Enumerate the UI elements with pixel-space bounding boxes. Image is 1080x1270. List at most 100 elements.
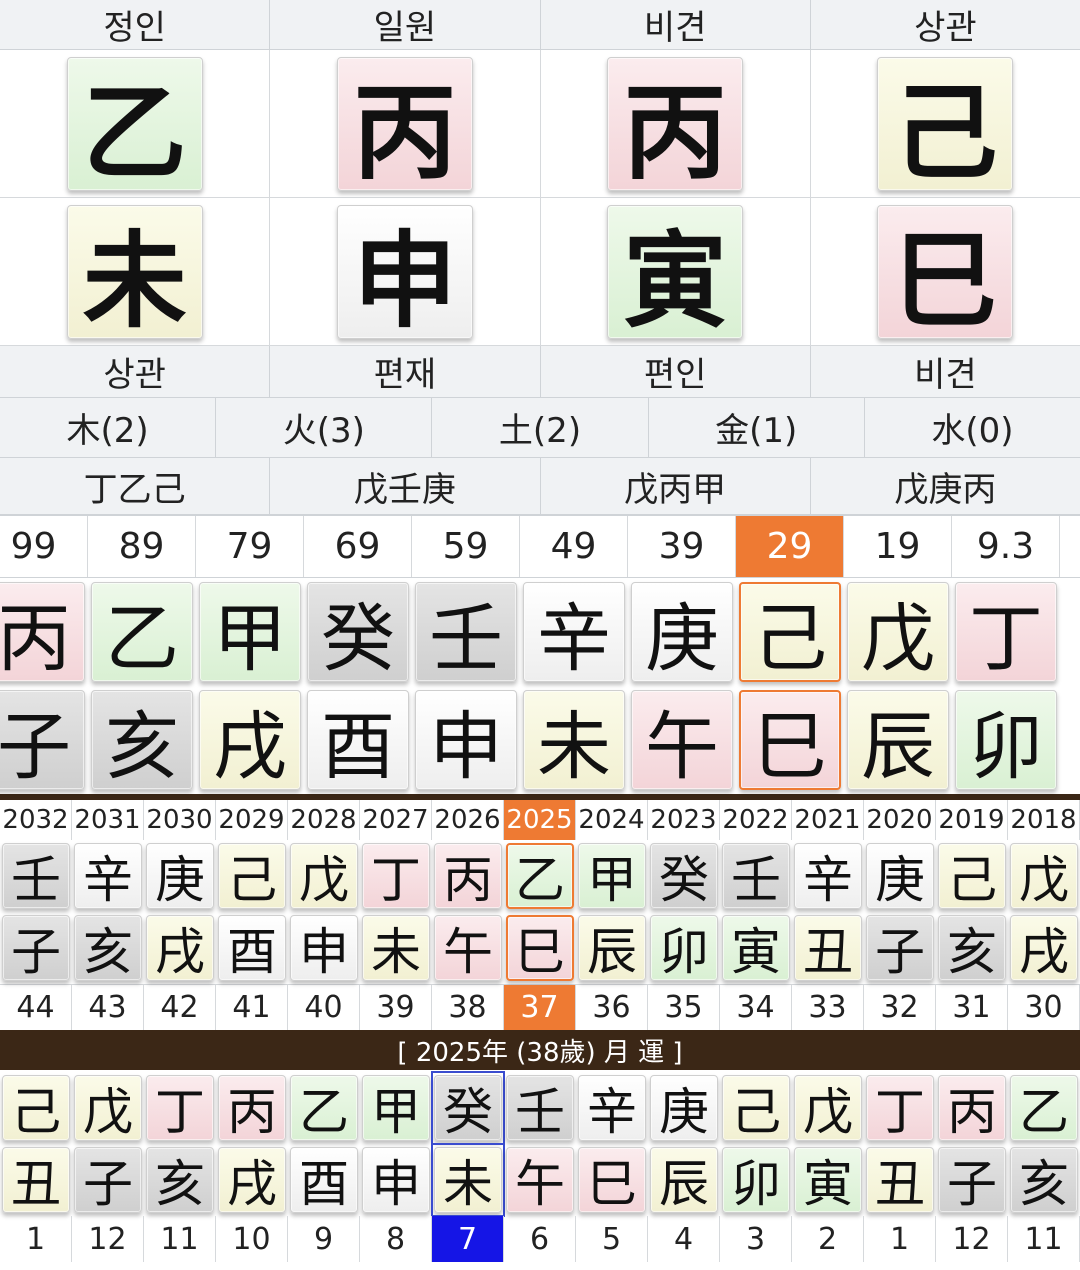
seun-year[interactable]: 2018: [1008, 800, 1080, 840]
wolun-stem-card[interactable]: 己: [722, 1075, 790, 1141]
daeun-age[interactable]: 39: [628, 516, 736, 577]
wolun-stem-card[interactable]: 庚: [650, 1075, 718, 1141]
wolun-branch-card[interactable]: 酉: [290, 1147, 358, 1213]
daeun-branch-card[interactable]: 酉: [307, 690, 409, 790]
seun-stem-card[interactable]: 癸: [650, 843, 718, 909]
seun-branch-card[interactable]: 丑: [794, 915, 862, 981]
wolun-month[interactable]: 6: [504, 1216, 576, 1262]
seun-stem-card[interactable]: 壬: [722, 843, 790, 909]
seun-stem-card[interactable]: 庚: [866, 843, 934, 909]
seun-branch-card[interactable]: 戌: [146, 915, 214, 981]
branch-card[interactable]: 寅: [607, 204, 744, 342]
seun-branch-card[interactable]: 亥: [938, 915, 1006, 981]
seun-branch-card[interactable]: 申: [290, 915, 358, 981]
seun-year[interactable]: 2032: [0, 800, 72, 840]
seun-branch-card[interactable]: 卯: [650, 915, 718, 981]
wolun-stem-card[interactable]: 壬: [506, 1075, 574, 1141]
daeun-branch-card[interactable]: 子: [0, 690, 85, 790]
seun-year[interactable]: 2021: [792, 800, 864, 840]
seun-stem-card[interactable]: 辛: [74, 843, 142, 909]
wolun-branch-card[interactable]: 卯: [722, 1147, 790, 1213]
wolun-month[interactable]: 10: [216, 1216, 288, 1262]
seun-age[interactable]: 43: [72, 985, 144, 1030]
daeun-branch-card[interactable]: 辰: [847, 690, 949, 790]
seun-branch-card[interactable]: 子: [866, 915, 934, 981]
seun-age[interactable]: 35: [648, 985, 720, 1030]
seun-age[interactable]: 30: [1008, 985, 1080, 1030]
daeun-branch-card[interactable]: 卯: [955, 690, 1057, 790]
daeun-stem-card[interactable]: 戊: [847, 582, 949, 682]
daeun-age[interactable]: 29: [736, 516, 844, 577]
wolun-month[interactable]: 12: [72, 1216, 144, 1262]
wolun-month[interactable]: 2: [792, 1216, 864, 1262]
seun-year[interactable]: 2025: [504, 800, 576, 840]
wolun-month[interactable]: 7: [432, 1216, 504, 1262]
daeun-stem-card[interactable]: 丙: [0, 582, 85, 682]
wolun-branch-card[interactable]: 午: [506, 1147, 574, 1213]
seun-stem-card[interactable]: 庚: [146, 843, 214, 909]
wolun-month[interactable]: 11: [144, 1216, 216, 1262]
seun-branch-card[interactable]: 午: [434, 915, 502, 981]
seun-year[interactable]: 2028: [288, 800, 360, 840]
daeun-stem-card[interactable]: 癸: [307, 582, 409, 682]
seun-year[interactable]: 2023: [648, 800, 720, 840]
seun-branch-card[interactable]: 亥: [74, 915, 142, 981]
seun-age[interactable]: 37: [504, 985, 576, 1030]
seun-stem-card[interactable]: 甲: [578, 843, 646, 909]
seun-age[interactable]: 41: [216, 985, 288, 1030]
daeun-stem-card[interactable]: 庚: [631, 582, 733, 682]
stem-card[interactable]: 丙: [336, 56, 473, 194]
seun-age[interactable]: 44: [0, 985, 72, 1030]
daeun-branch-card[interactable]: 申: [415, 690, 517, 790]
seun-branch-card[interactable]: 戌: [1010, 915, 1078, 981]
daeun-branch-card[interactable]: 午: [631, 690, 733, 790]
wolun-branch-card[interactable]: 戌: [218, 1147, 286, 1213]
wolun-month[interactable]: 12: [936, 1216, 1008, 1262]
daeun-stem-card[interactable]: 壬: [415, 582, 517, 682]
wolun-stem-card[interactable]: 丙: [218, 1075, 286, 1141]
stem-card[interactable]: 乙: [66, 56, 203, 194]
daeun-stem-card[interactable]: 乙: [91, 582, 193, 682]
daeun-stem-card[interactable]: 己: [739, 582, 841, 682]
stem-card[interactable]: 己: [877, 56, 1014, 194]
wolun-stem-card[interactable]: 己: [2, 1075, 70, 1141]
daeun-age[interactable]: 99: [0, 516, 88, 577]
branch-card[interactable]: 未: [66, 204, 203, 342]
seun-stem-card[interactable]: 丁: [362, 843, 430, 909]
seun-stem-card[interactable]: 辛: [794, 843, 862, 909]
daeun-branch-card[interactable]: 巳: [739, 690, 841, 790]
stem-card[interactable]: 丙: [607, 56, 744, 194]
daeun-branch-card[interactable]: 未: [523, 690, 625, 790]
seun-year[interactable]: 2030: [144, 800, 216, 840]
wolun-branch-card[interactable]: 子: [74, 1147, 142, 1213]
daeun-age[interactable]: 19: [844, 516, 952, 577]
seun-age[interactable]: 38: [432, 985, 504, 1030]
wolun-stem-card[interactable]: 辛: [578, 1075, 646, 1141]
branch-card[interactable]: 巳: [877, 204, 1014, 342]
seun-age[interactable]: 42: [144, 985, 216, 1030]
seun-age[interactable]: 40: [288, 985, 360, 1030]
wolun-stem-card[interactable]: 戊: [794, 1075, 862, 1141]
seun-year[interactable]: 2031: [72, 800, 144, 840]
seun-stem-card[interactable]: 乙: [506, 843, 574, 909]
seun-stem-card[interactable]: 戊: [290, 843, 358, 909]
daeun-age[interactable]: 69: [304, 516, 412, 577]
seun-year[interactable]: 2026: [432, 800, 504, 840]
seun-branch-card[interactable]: 子: [2, 915, 70, 981]
wolun-month[interactable]: 1: [864, 1216, 936, 1262]
seun-age[interactable]: 33: [792, 985, 864, 1030]
daeun-age[interactable]: 59: [412, 516, 520, 577]
daeun-stem-card[interactable]: 辛: [523, 582, 625, 682]
wolun-month[interactable]: 1: [0, 1216, 72, 1262]
daeun-age[interactable]: 49: [520, 516, 628, 577]
wolun-stem-card[interactable]: 甲: [362, 1075, 430, 1141]
seun-year[interactable]: 2029: [216, 800, 288, 840]
daeun-stem-card[interactable]: 丁: [955, 582, 1057, 682]
wolun-stem-card[interactable]: 戊: [74, 1075, 142, 1141]
wolun-month[interactable]: 9: [288, 1216, 360, 1262]
wolun-branch-card[interactable]: 亥: [1010, 1147, 1078, 1213]
wolun-branch-card[interactable]: 子: [938, 1147, 1006, 1213]
wolun-branch-card[interactable]: 丑: [866, 1147, 934, 1213]
seun-stem-card[interactable]: 己: [938, 843, 1006, 909]
seun-age[interactable]: 34: [720, 985, 792, 1030]
